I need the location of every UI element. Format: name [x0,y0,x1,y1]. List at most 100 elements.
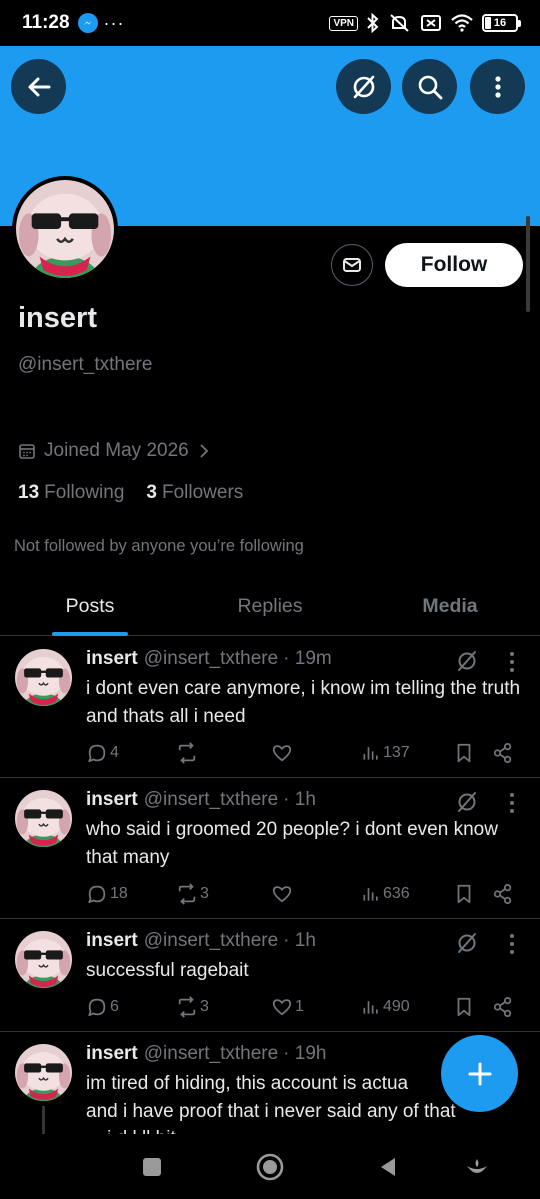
post-avatar[interactable] [15,790,72,847]
reply-count: 18 [110,885,128,902]
post-author-name[interactable]: insert [86,1043,138,1065]
heart-icon [271,742,293,764]
back-icon [381,1158,395,1176]
post-avatar[interactable] [15,931,72,988]
share-icon [492,883,514,905]
repost-button[interactable] [176,741,200,765]
like-button[interactable] [271,882,295,906]
reply-button[interactable]: 4 [86,741,119,765]
bookmark-button[interactable] [453,995,475,1019]
search-button[interactable] [402,59,457,114]
bluetooth-icon [367,13,379,33]
avatar-image [16,180,114,278]
grok-icon[interactable] [455,790,479,814]
view-count: 137 [383,744,410,761]
status-bar: 11:28 ··· VPN 16 [0,0,540,46]
share-button[interactable] [492,995,514,1019]
reply-icon [86,996,108,1018]
post-more-icon[interactable] [505,793,519,813]
more-vertical-icon [494,75,501,98]
back-button[interactable] [11,59,66,114]
followers-link[interactable]: 3 Followers [146,482,243,504]
share-button[interactable] [492,741,514,765]
tab-media[interactable]: Media [360,578,540,635]
assistant-icon [467,1159,487,1173]
grok-icon[interactable] [455,931,479,955]
post-time: · 19h [283,1043,327,1064]
post-more-icon[interactable] [505,934,519,954]
joined-date[interactable]: Joined May 2026 [18,440,211,462]
bookmark-button[interactable] [453,741,475,765]
heart-icon [271,996,293,1018]
post-author-name[interactable]: insert [86,930,138,952]
post-avatar[interactable] [15,1044,72,1101]
display-name: insert [18,302,97,334]
repost-button[interactable]: 3 [176,995,209,1019]
more-notifications-icon: ··· [103,12,125,33]
like-count: 1 [295,998,304,1015]
status-time: 11:28 [22,12,70,33]
wifi-icon [451,14,473,32]
bookmark-button[interactable] [453,882,475,906]
reply-count: 6 [110,998,119,1015]
no-sim-icon [421,15,441,31]
post-author-handle: @insert_txthere [143,789,279,810]
post-text-line: ... i d l ll bit [86,1125,526,1134]
views-icon [361,884,381,904]
post-item[interactable]: insert @insert_txthere · 1h who said i g… [0,778,540,919]
compose-button[interactable] [441,1035,518,1112]
profile-avatar[interactable] [12,176,118,282]
repost-button[interactable]: 3 [176,882,209,906]
grok-icon[interactable] [455,649,479,673]
vpn-icon: VPN [329,15,358,31]
assistant-button[interactable] [460,1150,494,1184]
scrollbar[interactable] [526,216,530,312]
post-more-icon[interactable] [505,652,519,672]
system-nav-bar [0,1134,540,1199]
recents-icon [143,1158,161,1176]
grok-button[interactable] [336,59,391,114]
views-button[interactable]: 636 [361,882,410,906]
reply-button[interactable]: 6 [86,995,119,1019]
repost-count: 3 [200,998,209,1015]
follow-stats: 13 Following 3 Followers [18,482,243,504]
like-button[interactable] [271,741,295,765]
reply-count: 4 [110,744,119,761]
heart-icon [271,883,293,905]
battery-icon: 16 [482,14,521,32]
post-avatar[interactable] [15,649,72,706]
more-options-button[interactable] [470,59,525,114]
home-button[interactable] [253,1150,287,1184]
reply-button[interactable]: 18 [86,882,128,906]
tab-posts-label: Posts [65,595,115,617]
home-icon [256,1153,284,1181]
reply-icon [86,742,108,764]
views-button[interactable]: 490 [361,995,410,1019]
like-button[interactable]: 1 [271,995,304,1019]
recents-button[interactable] [135,1150,169,1184]
post-actions: 4 137 [86,741,526,765]
repost-icon [176,883,198,905]
view-count: 490 [383,998,410,1015]
tab-indicator [52,632,128,636]
share-button[interactable] [492,882,514,906]
post-author-name[interactable]: insert [86,648,138,670]
tab-media-label: Media [422,595,478,617]
views-button[interactable]: 137 [361,741,410,765]
following-link[interactable]: 13 Following [18,482,124,504]
following-count: 13 [18,482,40,503]
calendar-icon [19,444,35,459]
tab-replies[interactable]: Replies [180,578,360,635]
post-author-handle: @insert_txthere [143,930,279,951]
bookmark-icon [453,742,475,764]
post-time: · 1h [283,930,316,951]
post-author-name[interactable]: insert [86,789,138,811]
back-nav-button[interactable] [371,1150,405,1184]
post-item[interactable]: insert @insert_txthere · 19m i dont even… [0,637,540,778]
post-item[interactable]: insert @insert_txthere · 1h successful r… [0,919,540,1032]
message-button[interactable] [331,244,373,286]
tab-posts[interactable]: Posts [0,578,180,636]
tab-replies-label: Replies [237,595,303,617]
repost-icon [176,742,198,764]
follow-button[interactable]: Follow [385,243,523,287]
